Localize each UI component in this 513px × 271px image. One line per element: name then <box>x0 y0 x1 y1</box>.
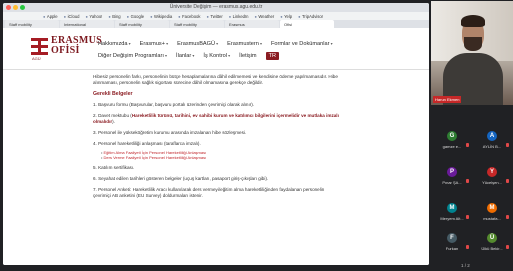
participant-tile[interactable]: M mustafa... <box>472 202 512 228</box>
meeting-bottom-strip <box>0 265 431 271</box>
browser-tab[interactable]: Staff mobility <box>170 20 224 28</box>
nav-row-1: Hakkımızda Erasmus+ ErasmusBAGÜ Erasmust… <box>98 38 425 50</box>
participants-panel: Harun Ekmen G gamze e... A AYLİN B... P … <box>431 0 513 271</box>
bookmark[interactable]: Bing <box>108 14 120 19</box>
participant-tile[interactable]: G gamze e... <box>432 130 472 156</box>
logo-text: ERASMUS OFİSİ <box>51 35 102 56</box>
mic-muted-icon <box>466 245 469 249</box>
agu-logo-icon <box>31 37 48 55</box>
bookmark[interactable]: LinkedIn <box>229 14 249 19</box>
screen: Üniversite Değişim — erasmus.agu.edu.tr … <box>0 0 513 271</box>
participant-avatar: G <box>447 131 457 141</box>
mic-muted-icon <box>506 245 509 249</box>
browser-tab[interactable]: Staff mobility <box>115 20 169 28</box>
site-header: ERASMUS OFİSİ AGÜ Hakkımızda Erasmus+ Er… <box>3 28 429 70</box>
language-button[interactable]: TR <box>265 52 280 60</box>
window-title: Üniversite Değişim — erasmus.agu.edu.tr <box>169 4 263 10</box>
nav-item-iletisim[interactable]: İletişim <box>239 53 256 59</box>
participant-tile[interactable]: F Furkan <box>432 232 472 258</box>
participant-tile[interactable]: Ü Ülkü Bekir... <box>472 232 512 258</box>
erasmus-logo[interactable]: ERASMUS OFİSİ <box>31 36 102 56</box>
nav-item-diger-programlar[interactable]: Diğer Değişim Programları <box>98 53 167 59</box>
browser-titlebar: Üniversite Değişim — erasmus.agu.edu.tr <box>3 3 429 12</box>
browser-tab[interactable]: Erasmus <box>225 20 279 28</box>
bookmark[interactable]: iCloud <box>64 14 80 19</box>
document-item-2: 2. Davet mektubu (Hareketlilik türünü, t… <box>93 113 339 124</box>
web-page: ERASMUS OFİSİ AGÜ Hakkımızda Erasmus+ Er… <box>3 28 429 265</box>
bookmark[interactable]: Google <box>127 14 145 19</box>
logo-subtitle: AGÜ <box>32 56 41 61</box>
document-item-7: 7. Personel Anketi: Hareketlilik Aracı k… <box>93 187 325 198</box>
participant-avatar: A <box>487 131 497 141</box>
document-item-3: 3. Personel ile yükseköğretim kurumu ara… <box>93 130 247 135</box>
intro-paragraph: Hibesiz personelin farkı, personelinin b… <box>93 74 338 85</box>
participant-tile[interactable]: Y Yücelşen... <box>472 166 512 192</box>
bookmark[interactable]: Wikipedia <box>150 14 172 19</box>
bookmark[interactable]: Yelp <box>280 14 292 19</box>
mic-muted-icon <box>466 143 469 147</box>
speaker-name-tag: Harun Ekmen <box>433 96 462 103</box>
document-item-5: 5. Katılım sertifikası. <box>93 165 135 170</box>
bookmarks-bar: Apple iCloud Yahoo! Bing Google Wikipedi… <box>3 12 429 20</box>
participant-avatar: M <box>447 203 457 213</box>
nav-item-ilanlar[interactable]: İlanlar <box>176 53 194 59</box>
mic-muted-icon <box>506 215 509 219</box>
nav-row-2: Diğer Değişim Programları İlanlar İş Kon… <box>98 50 425 62</box>
document-item-4: 4. Personel hareketliliği anlaşması (tar… <box>93 141 201 146</box>
document-item-6: 6. Seyahat edilen tarihleri gösteren bel… <box>93 176 269 181</box>
nav-item-formlar[interactable]: Formlar ve Dokümanlar <box>271 41 333 47</box>
bookmark[interactable]: Facebook <box>178 14 200 19</box>
mic-muted-icon <box>506 143 509 147</box>
speaker-video[interactable]: Harun Ekmen <box>431 1 513 105</box>
participant-tile[interactable]: M Meryem Alt... <box>432 202 472 228</box>
participant-avatar: F <box>447 233 457 243</box>
section-heading: Gerekli Belgeler <box>93 91 133 97</box>
bookmark[interactable]: TripAdvisor <box>298 14 323 19</box>
bookmark[interactable]: Twitter <box>206 14 222 19</box>
bookmark[interactable]: Yahoo! <box>85 14 102 19</box>
participant-avatar: Y <box>487 167 497 177</box>
main-navigation: Hakkımızda Erasmus+ ErasmusBAGÜ Erasmust… <box>98 38 425 62</box>
mic-muted-icon <box>466 215 469 219</box>
browser-tab[interactable]: Staff mobility <box>5 20 59 28</box>
mic-muted-icon <box>466 179 469 183</box>
page-content: Hibesiz personelin farkı, personelinin b… <box>93 74 343 204</box>
mic-muted-icon <box>506 179 509 183</box>
nav-item-erasmus[interactable]: Erasmus+ <box>140 41 168 47</box>
nav-item-erasmustern[interactable]: Erasmustern <box>227 41 262 47</box>
shared-browser-window: Üniversite Değişim — erasmus.agu.edu.tr … <box>3 3 429 265</box>
participant-avatar: Ü <box>487 233 497 243</box>
browser-tab[interactable]: International <box>60 20 114 28</box>
bookmark[interactable]: Weather <box>255 14 274 19</box>
bookmark[interactable]: Apple <box>43 14 58 19</box>
nav-item-erasmusbagu[interactable]: ErasmusBAGÜ <box>177 41 218 47</box>
nav-item-hakkimizda[interactable]: Hakkımızda <box>98 41 131 47</box>
document-item-1: 1. Başvuru formu (Başvurular, başvuru po… <box>93 102 255 107</box>
participant-tile[interactable]: P Pınar ŞA... <box>432 166 472 192</box>
participant-page-indicator[interactable]: 1 / 2 <box>461 263 470 268</box>
emphasized-text: Hareketlilik türünü, tarihini, ev sahibi… <box>93 113 339 124</box>
browser-tabs: Staff mobility International Staff mobil… <box>3 20 429 28</box>
participant-tile[interactable]: A AYLİN B... <box>472 130 512 156</box>
agreement-link-teaching[interactable]: Ders Verme Faaliyeti İçin Personel Harek… <box>101 155 343 160</box>
browser-tab-active[interactable]: Ofisi <box>280 20 334 28</box>
agreement-links: Eğitim Alma Faaliyeti İçin Personel Hare… <box>101 150 343 160</box>
nav-item-is-kontrol[interactable]: İş Kontrol <box>203 53 230 59</box>
participant-avatar: P <box>447 167 457 177</box>
participant-avatar: M <box>487 203 497 213</box>
